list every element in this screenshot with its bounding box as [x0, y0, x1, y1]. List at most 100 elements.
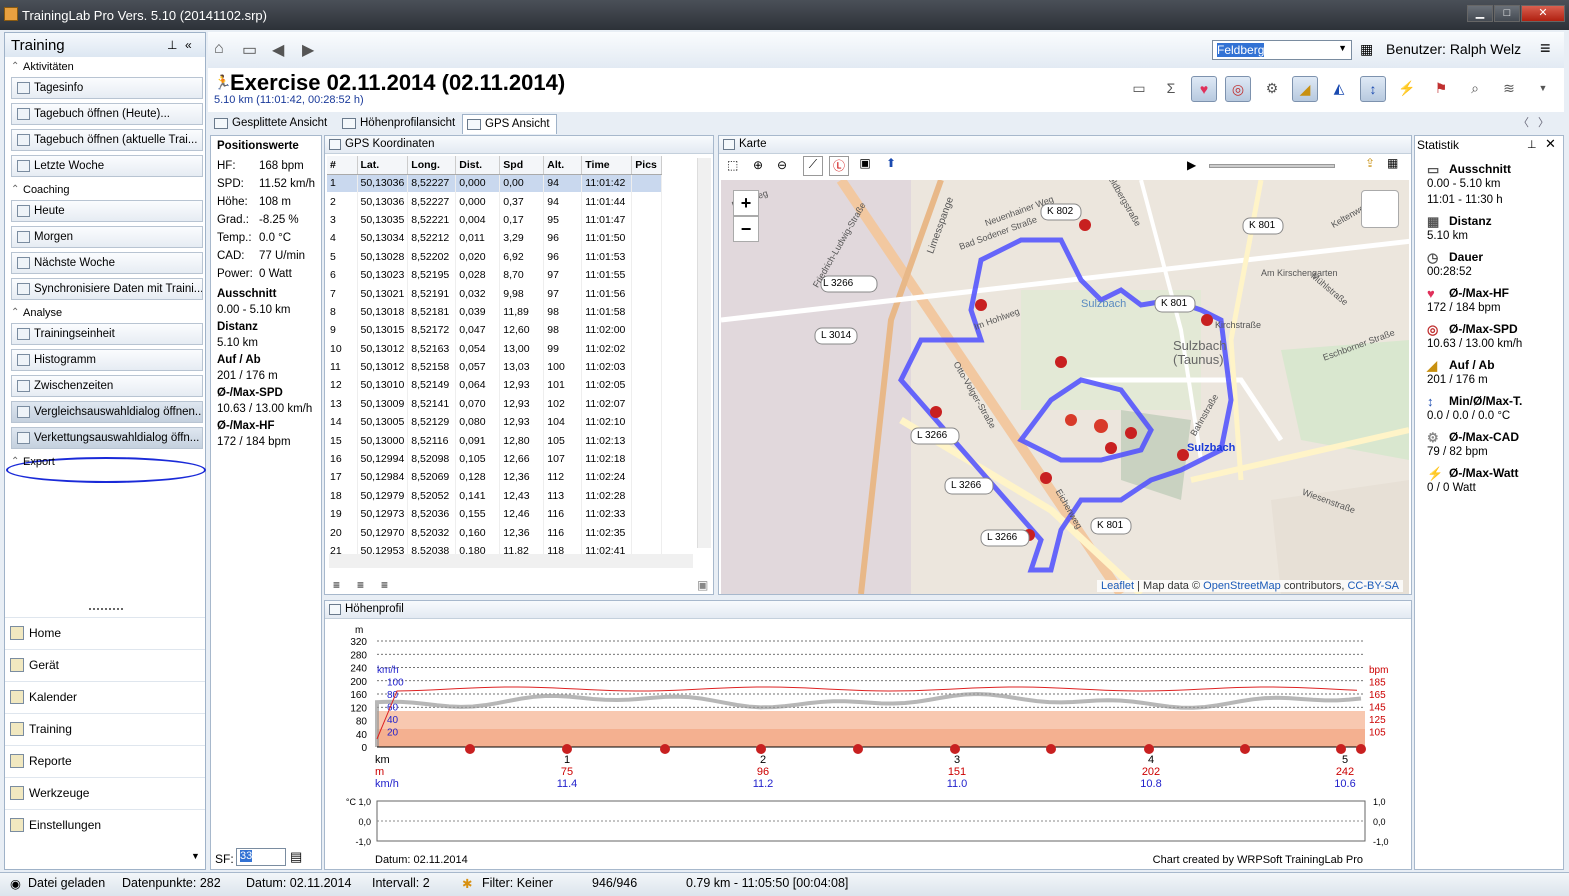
sport-icon[interactable]: ⚑ — [1428, 76, 1454, 102]
section-export[interactable]: Export — [9, 456, 203, 470]
gps-column-header[interactable]: Spd — [499, 156, 545, 175]
maximize-button[interactable]: □ — [1494, 5, 1520, 22]
next-tab-icon[interactable]: 〉 — [1538, 114, 1549, 130]
camera-icon[interactable]: ▣ — [855, 156, 875, 176]
item-tagebuch-heute[interactable]: Tagebuch öffnen (Heute)... — [11, 103, 203, 125]
table-icon[interactable]: ▤ — [290, 849, 302, 865]
zoom-out-button[interactable]: − — [733, 216, 759, 242]
license-link[interactable]: CC-BY-SA — [1347, 580, 1399, 592]
table-row[interactable]: 11 50,13012 8,52158 0,057 13,03 100 11:02:03 — [327, 357, 663, 377]
athlete-combo[interactable]: Feldberg ▼ — [1212, 40, 1352, 60]
table-row[interactable]: 7 50,13021 8,52191 0,032 9,98 97 11:01:56 — [327, 284, 663, 303]
speedometer-icon[interactable]: ◎ — [1225, 76, 1251, 102]
back-icon[interactable]: ◀ — [272, 40, 284, 60]
item-heute[interactable]: Heute — [11, 200, 203, 222]
gps-column-header[interactable]: Long. — [407, 156, 457, 175]
item-tagesinfo[interactable]: Tagesinfo — [11, 77, 203, 99]
sum-icon[interactable]: Σ — [1158, 76, 1184, 102]
leaflet-link[interactable]: Leaflet — [1101, 580, 1134, 592]
arrow-up-icon[interactable]: ⬆ — [881, 156, 901, 176]
power-icon[interactable]: ⚡ — [1394, 76, 1420, 102]
item-morgen[interactable]: Morgen — [11, 226, 203, 248]
gradient-icon[interactable]: ◭ — [1326, 76, 1352, 102]
align-right-icon[interactable]: ≡ — [381, 578, 388, 592]
item-vergleichsauswahl[interactable]: Vergleichsauswahldialog öffnen... — [11, 401, 203, 423]
table-row[interactable]: 4 50,13034 8,52212 0,011 3,29 96 11:01:50 — [327, 229, 663, 248]
close-button[interactable]: ✕ — [1521, 5, 1565, 22]
table-row[interactable]: 9 50,13015 8,52172 0,047 12,60 98 11:02:00 — [327, 321, 663, 340]
table-row[interactable]: 10 50,13012 8,52163 0,054 13,00 99 11:02:02 — [327, 339, 663, 358]
nav-reporte[interactable]: Reporte — [5, 745, 205, 777]
nav-overflow-icon[interactable]: ▼ — [191, 851, 200, 861]
export-icon[interactable]: ⇪ — [1365, 156, 1375, 170]
playback-slider[interactable] — [1209, 164, 1335, 168]
select-icon[interactable]: ⬚ — [727, 158, 738, 172]
tab-gps-ansicht[interactable]: GPS Ansicht — [462, 114, 557, 134]
settings-icon[interactable]: ▦ — [1387, 156, 1398, 170]
item-tagebuch-aktuell[interactable]: Tagebuch öffnen (aktuelle Trai... — [11, 129, 203, 151]
heart-icon[interactable]: ♥ — [1191, 76, 1217, 102]
forward-icon[interactable]: ▶ — [302, 40, 314, 60]
camera-icon[interactable]: ▣ — [697, 578, 708, 592]
gps-column-header[interactable]: Alt. — [543, 156, 583, 175]
cadence-icon[interactable]: ⚙ — [1259, 76, 1285, 102]
close-icon[interactable]: ✕ — [1545, 136, 1556, 152]
gps-column-header[interactable]: Dist. — [455, 156, 501, 175]
play-icon[interactable]: ▶ — [1187, 158, 1196, 172]
zoom-in-icon[interactable]: ⊕ — [753, 158, 763, 172]
minimize-button[interactable]: ▁ — [1467, 5, 1493, 22]
item-trainingseinheit[interactable]: Trainingseinheit — [11, 323, 203, 345]
table-row[interactable]: 8 50,13018 8,52181 0,039 11,89 98 11:01:58 — [327, 302, 663, 322]
table-row[interactable]: 5 50,13028 8,52202 0,020 6,92 96 11:01:53 — [327, 247, 663, 266]
window-icon[interactable]: ▭ — [1126, 76, 1152, 102]
graph-icon[interactable]: ≋ — [1496, 76, 1522, 102]
item-histogramm[interactable]: Histogramm — [11, 349, 203, 371]
tab-gesplittete-ansicht[interactable]: Gesplittete Ansicht — [210, 114, 333, 134]
table-row[interactable]: 2 50,13036 8,52227 0,000 0,37 94 11:01:44 — [327, 192, 663, 211]
align-left-icon[interactable]: ≡ — [333, 578, 340, 592]
table-row[interactable]: 1 50,13036 8,52227 0,000 0,00 94 11:01:42 — [327, 174, 663, 193]
map-view[interactable]: L 3266 L 3014 K 802 K 801 L 3266 L 3266 … — [721, 180, 1409, 594]
table-row[interactable]: 3 50,13035 8,52221 0,004 0,17 95 11:01:47 — [327, 210, 663, 230]
splitter-handle[interactable] — [89, 608, 123, 612]
horizontal-scrollbar[interactable] — [329, 554, 693, 568]
item-letzte-woche[interactable]: Letzte Woche — [11, 155, 203, 177]
osm-link[interactable]: OpenStreetMap — [1203, 580, 1281, 592]
elevation-chart[interactable]: m32028024020016012080400bpm1851651451251… — [325, 619, 1411, 869]
section-analyse[interactable]: Analyse — [9, 307, 203, 321]
table-row[interactable]: 20 50,12970 8,52032 0,160 12,36 116 11:02:35 — [327, 523, 663, 542]
pin-icon[interactable]: ⊥ — [167, 38, 177, 52]
table-row[interactable]: 19 50,12973 8,52036 0,155 12,46 116 11:02:33 — [327, 505, 663, 524]
item-zwischenzeiten[interactable]: Zwischenzeiten — [11, 375, 203, 397]
item-verkettungsauswahl[interactable]: Verkettungsauswahldialog öffn... — [11, 427, 203, 449]
table-row[interactable]: 18 50,12979 8,52052 0,141 12,43 113 11:02:28 — [327, 486, 663, 506]
gps-column-header[interactable]: Pics — [631, 156, 663, 175]
status-filter[interactable]: Filter: Keiner — [482, 876, 553, 890]
folder-icon[interactable]: ▭ — [242, 40, 257, 60]
align-center-icon[interactable]: ≡ — [357, 578, 364, 592]
temperature-icon[interactable]: ↕ — [1360, 76, 1386, 102]
collapse-icon[interactable]: « — [185, 38, 192, 52]
prev-tab-icon[interactable]: 〈 — [1518, 114, 1529, 130]
nav-kalender[interactable]: Kalender — [5, 681, 205, 713]
table-row[interactable]: 16 50,12994 8,52098 0,105 12,66 107 11:02:18 — [327, 449, 663, 469]
table-row[interactable]: 17 50,12984 8,52069 0,128 12,36 112 11:02:24 — [327, 468, 663, 487]
altitude-icon[interactable]: ◢ — [1292, 76, 1318, 102]
section-aktivitaeten[interactable]: Aktivitäten — [9, 61, 203, 75]
tab-hoehenprofilansicht[interactable]: Höhenprofilansicht — [338, 114, 461, 134]
zoom-in-button[interactable]: + — [733, 190, 759, 216]
zoom-out-icon[interactable]: ⊖ — [777, 158, 787, 172]
table-row[interactable]: 12 50,13010 8,52149 0,064 12,93 101 11:02:05 — [327, 376, 663, 395]
nav-werkzeuge[interactable]: Werkzeuge — [5, 777, 205, 809]
table-row[interactable]: 15 50,13000 8,52116 0,091 12,80 105 11:02:13 — [327, 431, 663, 450]
nav-training[interactable]: Training — [5, 713, 205, 745]
nav-geraet[interactable]: Gerät — [5, 649, 205, 681]
table-row[interactable]: 14 50,13005 8,52129 0,080 12,93 104 11:02:10 — [327, 413, 663, 432]
dropdown-icon[interactable]: ▼ — [1530, 76, 1556, 102]
vertical-scrollbar[interactable] — [697, 158, 711, 548]
sf-stepper[interactable]: 33 — [236, 848, 286, 866]
menu-icon[interactable]: ≡ — [1540, 38, 1551, 59]
nav-home[interactable]: Home — [5, 617, 205, 649]
section-coaching[interactable]: Coaching — [9, 184, 203, 198]
pin-icon[interactable]: ⊥ — [1527, 138, 1537, 151]
